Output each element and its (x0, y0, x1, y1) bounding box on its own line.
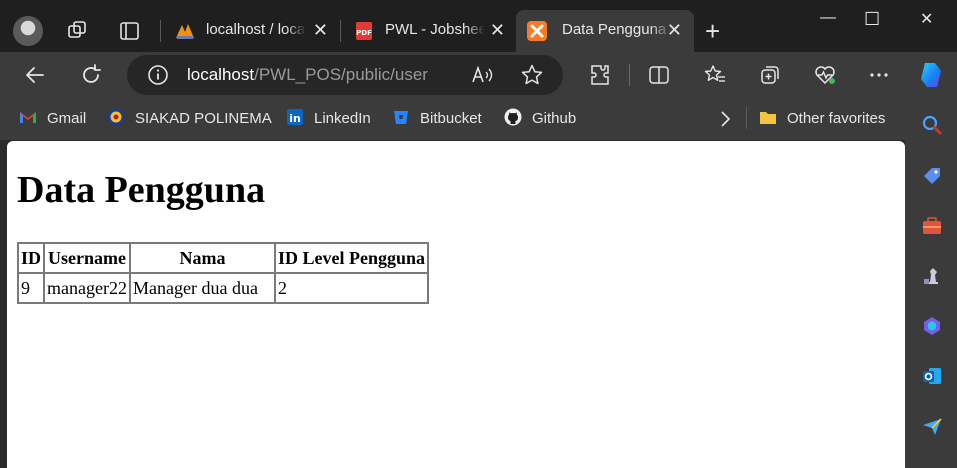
url-host: localhost (187, 65, 255, 84)
column-header-username: Username (44, 243, 130, 273)
cell-level: 2 (274, 273, 428, 303)
close-window-button[interactable]: ✕ (920, 9, 933, 29)
table-row: 9 manager22 Manager dua dua 2 (18, 273, 428, 303)
favorite-label: Github (532, 110, 577, 127)
tab-label: Data Pengguna (562, 21, 667, 38)
tab-bar: localhost / localhost ✕ PDF PWL - Jobshe… (0, 0, 957, 52)
other-favorites[interactable]: Other favorites (759, 108, 885, 130)
minimize-button[interactable]: — (820, 9, 836, 27)
tab-close-icon[interactable]: ✕ (667, 21, 682, 39)
tools-briefcase-icon[interactable] (921, 215, 943, 237)
tab-close-icon[interactable]: ✕ (313, 21, 328, 39)
favorite-star-icon[interactable] (520, 63, 544, 87)
favorite-siakad-polinema[interactable]: SIAKAD POLINEMA (107, 108, 272, 130)
page-title: Data Pengguna (17, 169, 266, 211)
send-paper-plane-icon[interactable] (921, 415, 943, 437)
column-header-level: ID Level Pengguna (274, 243, 428, 273)
favorite-label: SIAKAD POLINEMA (135, 110, 272, 127)
favorites-icon[interactable] (703, 63, 727, 87)
more-options-icon[interactable] (867, 63, 891, 87)
new-tab-button[interactable]: + (705, 18, 720, 44)
column-header-id: ID (18, 243, 45, 273)
folder-icon (760, 112, 776, 124)
favorite-label: Bitbucket (420, 110, 482, 127)
table-header-row: ID Username Nama ID Level Pengguna (18, 243, 428, 273)
phpmyadmin-icon (176, 24, 194, 39)
vertical-tabs-icon[interactable] (118, 19, 142, 43)
microsoft-365-icon[interactable] (921, 315, 943, 337)
tab-label: localhost / localhost (206, 21, 306, 38)
svg-text:in: in (289, 112, 301, 125)
extensions-icon[interactable] (588, 63, 612, 87)
github-icon (504, 108, 522, 126)
search-icon[interactable] (921, 114, 943, 136)
site-info-icon[interactable] (147, 64, 169, 86)
favorite-bitbucket[interactable]: Bitbucket (392, 108, 482, 130)
url-path: /PWL_POS/public/user (254, 65, 428, 84)
other-favorites-label: Other favorites (787, 110, 886, 127)
maximize-button[interactable]: ☐ (864, 9, 880, 30)
browser-essentials-icon[interactable] (813, 63, 837, 87)
shopping-tag-icon[interactable] (921, 165, 943, 187)
tab-phpmyadmin[interactable]: localhost / localhost ✕ (164, 10, 338, 52)
favorite-linkedin[interactable]: in LinkedIn (286, 108, 371, 130)
workspaces-icon[interactable] (66, 19, 90, 43)
copilot-icon[interactable] (915, 59, 947, 91)
cell-id: 9 (18, 273, 45, 303)
favorite-gmail[interactable]: Gmail (19, 108, 86, 130)
cell-username: manager22 (44, 273, 130, 303)
chevron-right-icon[interactable] (716, 109, 734, 129)
xampp-icon (527, 21, 547, 41)
profile-avatar[interactable] (13, 16, 43, 46)
user-table: ID Username Nama ID Level Pengguna 9 man… (17, 242, 429, 304)
url-text[interactable]: localhost/PWL_POS/public/user (187, 65, 428, 85)
favorite-label: Gmail (47, 110, 87, 127)
polinema-icon (107, 108, 125, 126)
tab-separator (160, 20, 161, 42)
favorite-label: LinkedIn (314, 110, 371, 127)
read-aloud-icon[interactable] (471, 64, 495, 86)
pdf-icon: PDF (356, 22, 372, 40)
favorites-separator (746, 107, 747, 129)
navigation-toolbar: localhost/PWL_POS/public/user (0, 52, 957, 98)
svg-text:PDF: PDF (356, 29, 372, 37)
gmail-icon (20, 112, 36, 123)
toolbar-separator (629, 64, 630, 86)
address-bar[interactable]: localhost/PWL_POS/public/user (127, 55, 563, 95)
page-content: Data Pengguna ID Username Nama ID Level … (7, 141, 905, 468)
refresh-icon[interactable] (79, 63, 103, 87)
column-header-nama: Nama (129, 243, 275, 273)
tab-data-pengguna[interactable]: Data Pengguna ✕ (516, 10, 694, 52)
cell-nama: Manager dua dua (129, 273, 275, 303)
games-chess-icon[interactable] (921, 265, 943, 287)
tab-pwl-jobsheet[interactable]: PDF PWL - Jobsheet ✕ (343, 10, 515, 52)
tab-separator (340, 20, 341, 42)
back-arrow-icon[interactable] (23, 63, 47, 87)
edge-sidebar (905, 98, 957, 468)
collections-icon[interactable] (758, 63, 782, 87)
tab-label: PWL - Jobsheet (385, 21, 485, 38)
tab-close-icon[interactable]: ✕ (490, 21, 505, 39)
favorite-github[interactable]: Github (504, 108, 576, 130)
favorites-bar: Gmail SIAKAD POLINEMA in LinkedIn Bitbuc… (0, 98, 957, 140)
outlook-icon[interactable] (921, 365, 943, 387)
bitbucket-icon (394, 111, 408, 124)
linkedin-icon: in (287, 109, 303, 125)
split-screen-icon[interactable] (647, 63, 671, 87)
